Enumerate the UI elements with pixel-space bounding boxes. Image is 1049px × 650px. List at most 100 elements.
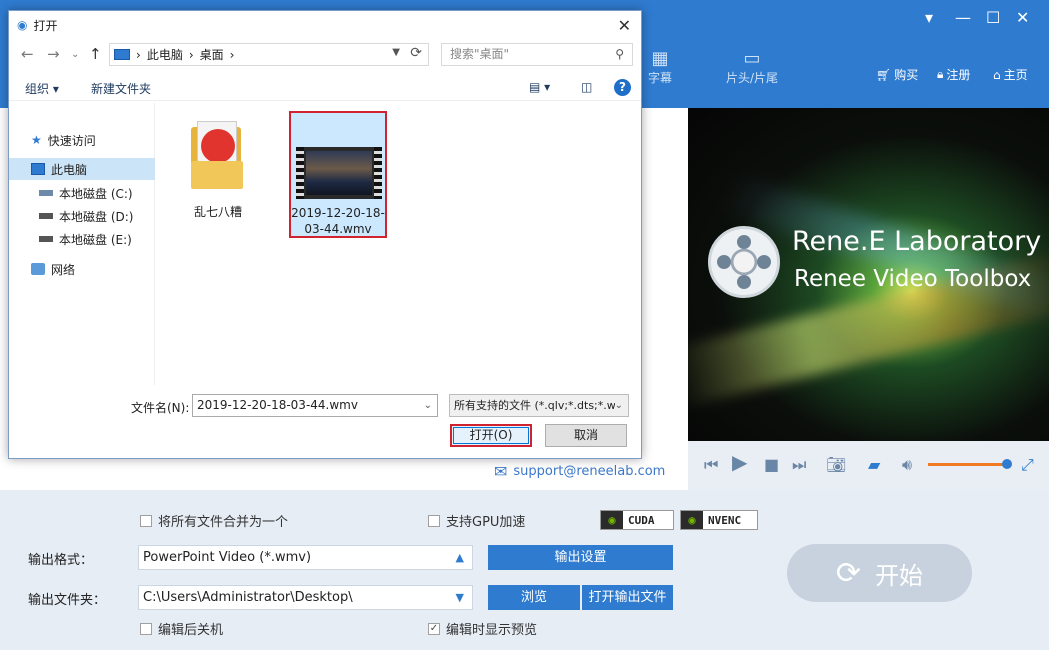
breadcrumb-separator: › [188, 47, 194, 62]
maximize-icon[interactable]: ☐ [986, 10, 1000, 26]
checkbox-box[interactable] [428, 514, 440, 527]
file-name-line: 03-44.wmv [304, 222, 372, 236]
cuda-badge: ◉ CUDA [600, 510, 674, 530]
volume-slider[interactable] [928, 463, 1006, 466]
dialog-close-icon[interactable]: ✕ [618, 16, 631, 35]
chevron-down-icon: ▼ [455, 591, 464, 604]
output-settings-button[interactable]: 输出设置 [488, 545, 673, 570]
home-icon: ⌂ [993, 67, 1001, 82]
search-icon: ⚲ [615, 47, 624, 61]
cuda-label: CUDA [628, 513, 655, 527]
cancel-button[interactable]: 取消 [545, 424, 627, 447]
navigation-pane: ★ 快速访问 此电脑 本地磁盘 (C:) 本地磁盘 (D:) 本地磁盘 (E:)… [9, 103, 155, 385]
buy-button[interactable]: 🛒︎ 购买 [876, 66, 918, 83]
register-button[interactable]: 🔒︎ 注册 [937, 66, 970, 83]
folder-app-logo [201, 129, 235, 163]
show-preview-checkbox[interactable]: ✓ 编辑时显示预览 [428, 619, 537, 638]
film-strip [374, 147, 382, 199]
chevron-down-icon: ⌄ [614, 395, 623, 416]
menu-dropdown-icon[interactable]: ▾ [925, 10, 933, 26]
support-email: support@reneelab.com [513, 464, 666, 479]
breadcrumb-desktop[interactable]: 桌面 [200, 46, 224, 63]
chevron-up-icon: ▲ [455, 551, 464, 564]
volume-slider-handle[interactable] [1002, 459, 1012, 469]
open-button[interactable]: 打开(O) [450, 424, 532, 447]
address-bar[interactable]: › 此电脑 › 桌面 › ▼ ⟳ [109, 43, 429, 66]
output-format-select[interactable]: PowerPoint Video (*.wmv) ▲ [138, 545, 473, 570]
nav-item-this-pc[interactable]: 此电脑 [9, 158, 155, 180]
play-icon[interactable]: ▶ [732, 452, 747, 472]
support-link[interactable]: ✉ support@reneelab.com [494, 462, 665, 481]
shutdown-after-label: 编辑后关机 [158, 623, 224, 638]
folder-icon[interactable]: ▰ [868, 457, 880, 473]
checkbox-box[interactable] [140, 622, 152, 635]
next-icon[interactable]: ⏭ [792, 457, 806, 473]
chevron-down-icon[interactable]: ▼ [392, 47, 400, 58]
nvidia-icon: ◉ [601, 511, 623, 529]
player-controls: ⏮ ▶ ■ ⏭ 📷︎ ▰ 🔊︎ ⤢ [688, 441, 1049, 490]
bottom-panel: 将所有文件合并为一个 支持GPU加速 ◉ CUDA ◉ NVENC 输出格式： … [0, 490, 1049, 650]
prev-icon[interactable]: ⏮ [704, 457, 718, 473]
fullscreen-icon[interactable]: ⤢ [1021, 457, 1034, 473]
home-button[interactable]: ⌂ 主页 [993, 66, 1028, 83]
up-arrow-icon[interactable]: ↑ [89, 45, 102, 63]
start-button[interactable]: ⟳ 开始 [787, 544, 972, 602]
close-icon[interactable]: ✕ [1016, 10, 1029, 26]
home-label: 主页 [1003, 68, 1028, 82]
view-options-icon[interactable]: ▤ ▾ [529, 80, 550, 94]
output-format-label: 输出格式： [28, 553, 94, 568]
nav-item-label: 本地磁盘 (C:) [59, 186, 133, 201]
back-arrow-icon[interactable]: ← [21, 45, 34, 63]
brand-title: Rene.E Laboratory [792, 226, 1042, 257]
preview-pane-icon[interactable]: ◫ [581, 80, 592, 94]
tab-head-tail[interactable]: ▭ 片头/片尾 [712, 48, 792, 86]
refresh-icon[interactable]: ⟳ [410, 45, 422, 61]
reel-hole [737, 235, 751, 249]
dialog-titlebar: ◉ 打开 ✕ [9, 11, 641, 39]
file-name: 乱七八糟 [193, 205, 242, 219]
file-item-video[interactable]: 2019-12-20-18- 03-44.wmv [289, 111, 387, 238]
filetype-select[interactable]: 所有支持的文件 (*.qlv;*.dts;*.w ⌄ [449, 394, 629, 417]
shutdown-after-checkbox[interactable]: 编辑后关机 [140, 619, 223, 638]
help-icon[interactable]: ? [614, 79, 631, 96]
recent-dropdown-icon[interactable]: ⌄ [71, 49, 79, 60]
minimize-icon[interactable]: — [955, 10, 971, 26]
filename-input[interactable]: 2019-12-20-18-03-44.wmv ⌄ [192, 394, 438, 417]
start-label: 开始 [875, 561, 924, 590]
search-input[interactable]: 搜索"桌面" ⚲ [441, 43, 633, 66]
nav-item-quick-access[interactable]: ★ 快速访问 [9, 129, 155, 151]
nav-item-label: 本地磁盘 (E:) [59, 232, 132, 247]
camera-icon[interactable]: 📷︎ [826, 457, 846, 473]
volume-icon[interactable]: 🔊︎ [902, 457, 912, 473]
gpu-accel-checkbox[interactable]: 支持GPU加速 [428, 511, 525, 530]
open-output-folder-button[interactable]: 打开输出文件 [582, 585, 673, 610]
file-name-line: 2019-12-20-18- [291, 206, 385, 220]
browse-button[interactable]: 浏览 [488, 585, 580, 610]
subtitle-icon: ▦ [651, 48, 669, 69]
network-icon [31, 263, 45, 275]
output-folder-value: C:\Users\Administrator\Desktop\ [143, 590, 353, 605]
lock-icon: 🔒︎ [937, 67, 944, 81]
stop-icon[interactable]: ■ [764, 457, 779, 473]
nav-item-label: 网络 [51, 262, 76, 277]
breadcrumb-this-pc[interactable]: 此电脑 [147, 46, 183, 63]
organize-button[interactable]: 组织 ▾ [25, 80, 59, 97]
gpu-accel-label: 支持GPU加速 [446, 515, 526, 530]
nav-item-drive-e[interactable]: 本地磁盘 (E:) [9, 228, 155, 250]
tab-subtitle[interactable]: ▦ 字幕 [640, 48, 680, 86]
chevron-down-icon[interactable]: ⌄ [424, 395, 432, 416]
checkbox-box[interactable]: ✓ [428, 622, 440, 635]
forward-arrow-icon[interactable]: → [47, 45, 60, 63]
nav-item-label: 此电脑 [51, 162, 88, 177]
app-icon: ◉ [17, 18, 28, 32]
output-folder-select[interactable]: C:\Users\Administrator\Desktop\ ▼ [138, 585, 473, 610]
reel-hole [717, 255, 731, 269]
new-folder-button[interactable]: 新建文件夹 [91, 80, 151, 97]
nav-item-network[interactable]: 网络 [9, 258, 155, 280]
address-row: ← → ⌄ ↑ › 此电脑 › 桌面 › ▼ ⟳ 搜索"桌面" ⚲ [9, 41, 641, 69]
checkbox-box[interactable] [140, 514, 152, 527]
merge-all-checkbox[interactable]: 将所有文件合并为一个 [140, 511, 288, 530]
nav-item-drive-c[interactable]: 本地磁盘 (C:) [9, 182, 155, 204]
nav-item-drive-d[interactable]: 本地磁盘 (D:) [9, 205, 155, 227]
head-tail-icon: ▭ [743, 48, 761, 69]
